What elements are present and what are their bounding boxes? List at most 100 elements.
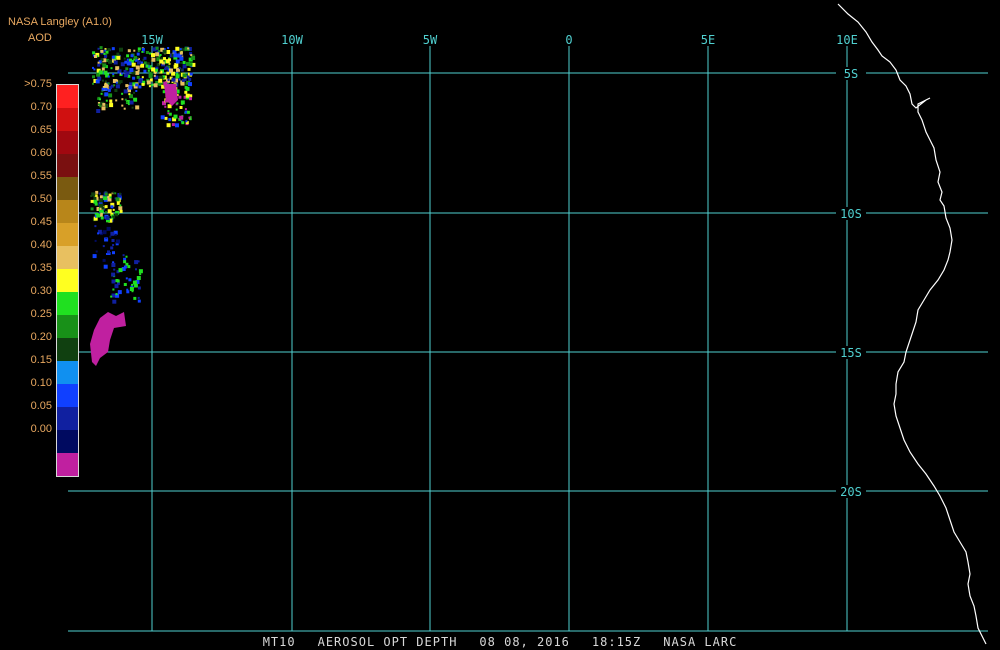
aod-pixel [112,74,115,77]
aod-pixel [175,59,180,64]
aod-pixel [107,250,110,254]
aod-pixel [109,103,114,108]
legend-label: 0.15 [30,354,52,366]
lat-lon-grid [68,44,988,632]
aod-pixel [95,190,99,194]
aod-pixel [186,110,190,114]
aod-pixel [114,89,118,92]
aod-pixel [133,49,136,52]
aod-pixel [105,216,110,220]
aod-pixel [151,57,156,62]
aod-pixel [108,93,113,98]
aod-pixel [107,88,111,92]
aod-pixel [123,265,127,269]
aod-pixel [184,108,187,111]
aod-pixel [167,47,170,49]
aod-pixel [124,60,128,64]
aod-pixel [135,65,140,70]
aod-pixel [90,207,94,211]
aod-pixel [163,57,166,61]
aod-pixel [137,299,141,303]
grid-label: 10S [840,207,862,221]
aod-pixel [116,52,120,56]
aod-pixel [118,69,122,73]
aod-pixel [93,199,98,204]
aod-pixel [111,279,116,284]
aod-region [164,84,178,106]
aod-pixel [112,73,115,75]
aod-pixel [92,66,94,69]
aod-pixel [153,83,158,88]
aod-pixel [179,115,184,120]
legend-swatch [57,269,78,292]
aod-pixel [100,49,104,53]
aod-pixel [111,272,116,277]
legend-swatch [57,223,78,246]
aod-pixel [92,51,96,55]
aod-pixel [99,105,102,108]
legend-swatch [57,315,78,338]
legend-label: 0.00 [30,423,52,435]
aod-pixel [180,100,185,105]
grid-label: 15W [141,33,163,47]
aod-pixel [104,87,108,91]
aod-pixel [182,73,187,78]
aod-pixel [186,75,190,79]
aod-pixel [124,98,127,101]
aod-pixel [135,105,140,110]
aod-pixel [137,60,141,65]
aod-pixel [98,192,101,195]
aod-pixel [104,192,108,196]
aod-pixel [115,99,118,102]
aod-pixel [143,56,147,60]
aod-pixel [125,101,128,104]
aod-pixel [114,284,119,289]
aod-pixel [115,293,118,296]
legend-label: 0.10 [30,377,52,389]
aod-pixel [112,208,115,211]
aod-pixel [135,83,139,87]
aod-pixel [117,290,122,295]
aod-pixel [92,82,94,85]
aod-pixel [102,230,107,235]
aod-pixel [165,59,170,64]
grid-label: 20S [840,485,862,499]
aod-pixel [188,82,192,87]
aod-pixel [171,123,175,127]
aod-pixel [120,62,125,67]
aod-pixel [136,52,140,56]
aod-pixel [131,62,136,67]
aod-pixel [109,99,113,103]
legend-swatch [57,338,78,361]
aod-pixel [112,288,115,291]
aod-pixel [169,68,173,73]
aod-pixel [159,59,164,64]
aod-pixel [123,89,128,94]
aod-pixel [93,255,96,258]
aod-pixel [188,116,191,119]
aod-pixel [151,67,156,72]
aod-pixel [111,55,115,59]
aod-pixel [100,92,103,95]
aod-pixel [181,78,185,82]
aod-pixel [105,237,108,239]
aod-pixel [114,233,117,236]
aod-pixel [151,71,154,74]
aod-pixel [167,78,170,81]
legend-label: 0.70 [30,101,52,113]
caption-product: AEROSOL OPT DEPTH [317,635,458,649]
aod-pixel [158,70,161,73]
legend-swatch [57,200,78,223]
aod-pixel [155,46,159,50]
aod-pixel [181,121,185,125]
aod-pixel [138,85,142,89]
variable-label: AOD [28,32,52,44]
aod-pixel [102,79,104,82]
aod-pixel [152,47,157,52]
aod-pixel [94,239,97,242]
aod-pixel [164,105,167,108]
aod-pixel [141,50,144,53]
legend-label: 0.25 [30,308,52,320]
aod-pixel [123,57,126,60]
aod-pixel [96,109,101,113]
